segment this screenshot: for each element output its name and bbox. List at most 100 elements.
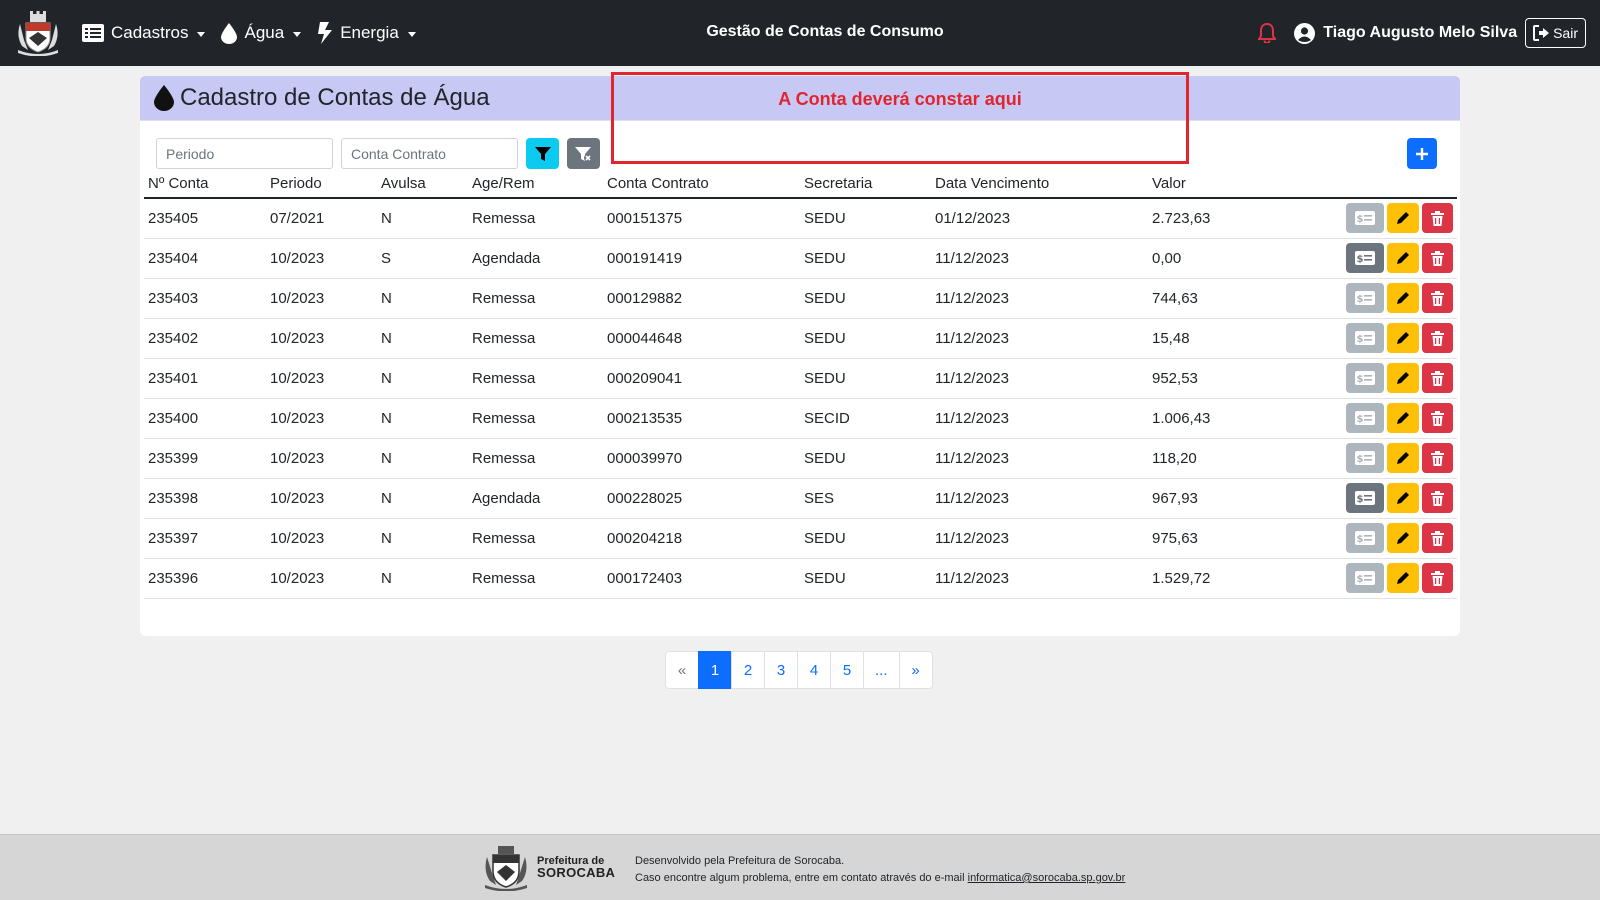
column-header[interactable]: Secretaria xyxy=(800,170,931,199)
logout-button[interactable]: Sair xyxy=(1525,18,1586,48)
page-ellipsis-link[interactable]: ... xyxy=(863,651,900,689)
periodo-filter-input[interactable] xyxy=(156,138,333,169)
page-link[interactable]: 4 xyxy=(797,651,831,689)
trash-icon xyxy=(1431,330,1444,346)
bill-details-button[interactable]: $ xyxy=(1346,483,1384,513)
edit-button[interactable] xyxy=(1387,283,1419,313)
add-account-button[interactable] xyxy=(1407,138,1437,169)
row-actions: $ xyxy=(1305,358,1457,399)
table-cell: N xyxy=(377,278,468,319)
annotation-text: A Conta deverá constar aqui xyxy=(778,89,1022,109)
table-row: 235397 10/2023 N Remessa 000204218 SEDU 11/12/… xyxy=(144,518,1457,559)
delete-button[interactable] xyxy=(1422,243,1453,273)
edit-button[interactable] xyxy=(1387,243,1419,273)
table-row: 235398 10/2023 N Agendada 000228025 SES 11/12/… xyxy=(144,478,1457,519)
table-cell: 11/12/2023 xyxy=(931,438,1148,479)
row-actions: $ xyxy=(1305,318,1457,359)
apply-filter-button[interactable] xyxy=(526,138,559,169)
svg-text:$: $ xyxy=(1357,374,1364,385)
edit-button[interactable] xyxy=(1387,203,1419,234)
delete-button[interactable] xyxy=(1422,283,1453,313)
bill-details-button[interactable]: $ xyxy=(1346,523,1384,553)
svg-text:$: $ xyxy=(1357,534,1364,545)
navbar: Cadastros Água Energia Gestão de Contas … xyxy=(0,0,1600,66)
column-header[interactable]: Valor xyxy=(1148,170,1305,199)
lightning-icon xyxy=(318,22,333,44)
delete-button[interactable] xyxy=(1422,483,1453,513)
svg-text:$: $ xyxy=(1357,214,1364,225)
city-coat-of-arms-logo[interactable] xyxy=(14,10,62,57)
user-menu[interactable]: Tiago Augusto Melo Silva xyxy=(1294,22,1518,44)
edit-button[interactable] xyxy=(1387,443,1419,473)
bill-details-button[interactable]: $ xyxy=(1346,363,1384,393)
bill-details-button[interactable]: $ xyxy=(1346,403,1384,433)
edit-button[interactable] xyxy=(1387,363,1419,393)
page-link[interactable]: 5 xyxy=(830,651,864,689)
water-drop-icon xyxy=(221,22,238,44)
footer-contact: Caso encontre algum problema, entre em c… xyxy=(635,870,1125,887)
page-link[interactable]: 1 xyxy=(698,651,732,689)
page-link[interactable]: 2 xyxy=(731,651,765,689)
bill-details-button[interactable]: $ xyxy=(1346,323,1384,353)
table-row: 235401 10/2023 N Remessa 000209041 SEDU 11/12/… xyxy=(144,358,1457,399)
page-link[interactable]: 3 xyxy=(764,651,798,689)
bill-details-button[interactable]: $ xyxy=(1346,283,1384,313)
delete-button[interactable] xyxy=(1422,363,1453,393)
table-cell: 000191419 xyxy=(603,238,800,279)
notification-bell-icon[interactable] xyxy=(1258,23,1277,43)
pencil-icon xyxy=(1397,332,1409,344)
edit-button[interactable] xyxy=(1387,403,1419,433)
column-header[interactable]: Nº Conta xyxy=(144,170,266,199)
column-header[interactable]: Data Vencimento xyxy=(931,170,1148,199)
column-header[interactable]: Avulsa xyxy=(377,170,468,199)
delete-button[interactable] xyxy=(1422,563,1453,593)
water-drop-icon xyxy=(154,85,174,111)
bill-details-button[interactable]: $ xyxy=(1346,443,1384,473)
table-cell: N xyxy=(377,518,468,559)
table-cell: 11/12/2023 xyxy=(931,358,1148,399)
delete-button[interactable] xyxy=(1422,323,1453,353)
column-header[interactable]: Conta Contrato xyxy=(603,170,800,199)
nav-menu-energia[interactable]: Energia xyxy=(317,22,416,44)
table-cell: SEDU xyxy=(800,318,931,359)
table-cell: 15,48 xyxy=(1148,318,1305,359)
bill-details-button[interactable]: $ xyxy=(1346,203,1384,234)
pencil-icon xyxy=(1397,492,1409,504)
edit-button[interactable] xyxy=(1387,483,1419,513)
nav-menu-cadastros[interactable]: Cadastros xyxy=(82,23,206,43)
user-name: Tiago Augusto Melo Silva xyxy=(1323,24,1518,41)
table-cell: N xyxy=(377,558,468,599)
delete-button[interactable] xyxy=(1422,443,1453,473)
money-card-icon: $ xyxy=(1355,411,1375,425)
delete-button[interactable] xyxy=(1422,523,1453,553)
page-next-link[interactable]: » xyxy=(898,651,933,689)
conta-contrato-filter-input[interactable] xyxy=(341,138,518,169)
edit-button[interactable] xyxy=(1387,563,1419,593)
clear-filter-button[interactable] xyxy=(567,138,600,169)
table-row: 235405 07/2021 N Remessa 000151375 SEDU 01/12/… xyxy=(144,198,1457,239)
delete-button[interactable] xyxy=(1422,403,1453,433)
caret-down-icon xyxy=(197,31,206,37)
delete-button[interactable] xyxy=(1422,203,1453,234)
table-cell: Remessa xyxy=(468,198,603,239)
column-header[interactable]: Age/Rem xyxy=(468,170,603,199)
nav-menu-label: Água xyxy=(244,23,285,42)
edit-button[interactable] xyxy=(1387,523,1419,553)
bill-details-button[interactable]: $ xyxy=(1346,243,1384,273)
table-cell: 10/2023 xyxy=(266,318,377,359)
footer-text: Desenvolvido pela Prefeitura de Sorocaba… xyxy=(635,853,1125,887)
page-prev-link[interactable]: « xyxy=(665,651,699,689)
table-cell: 000213535 xyxy=(603,398,800,439)
edit-button[interactable] xyxy=(1387,323,1419,353)
column-header[interactable]: Periodo xyxy=(266,170,377,199)
table-cell: 01/12/2023 xyxy=(931,198,1148,239)
trash-icon xyxy=(1431,370,1444,386)
svg-text:$: $ xyxy=(1357,454,1364,465)
pencil-icon xyxy=(1397,532,1409,544)
bill-details-button[interactable]: $ xyxy=(1346,563,1384,593)
table-cell: Remessa xyxy=(468,358,603,399)
nav-menu-agua[interactable]: Água xyxy=(221,22,302,44)
footer-contact-email-link[interactable]: informatica@sorocaba.sp.gov.br xyxy=(968,872,1126,884)
table-cell: SEDU xyxy=(800,358,931,399)
table-cell: 235398 xyxy=(144,478,266,519)
